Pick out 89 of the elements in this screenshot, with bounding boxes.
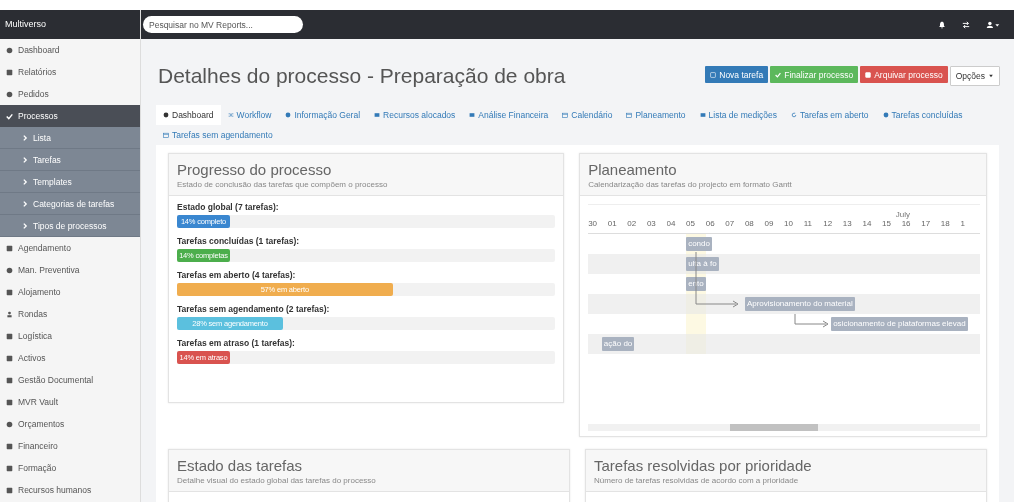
sidebar-item[interactable]: Logística [0,325,140,347]
day-label: 12 [823,219,834,230]
sidebar-item[interactable]: Recursos humanos [0,479,140,501]
card-title: Tarefas resolvidas por prioridade [594,457,813,474]
action-button[interactable]: Nova tarefa [705,66,769,83]
sidebar-item[interactable]: Gestão Documental [0,369,140,391]
day-label: 14 [862,219,873,230]
progress-label: Tarefas concluídas (1 tarefas): [177,236,301,246]
card-subtitle: Estado de conclusão das tarefas que compõem o processo [177,180,389,189]
search-field[interactable]: Pesquisar no MV Reports... [143,16,303,33]
chevron-icon [22,200,28,207]
submenu-item[interactable]: Tarefas [0,149,140,171]
sidebar-item[interactable]: Relatórios [0,61,140,83]
action-button[interactable]: Finalizar processo [770,66,859,83]
day-label: 01 [607,219,618,230]
sidebar-item[interactable]: Processos [0,105,140,127]
card-title: Estado das tarefas [177,457,304,474]
day-label: 04 [666,219,677,230]
sidebar-item[interactable]: Activos [0,347,140,369]
shuffle-icon [227,112,234,118]
tab[interactable]: Calendário [555,105,620,125]
day-label: 30 [588,219,599,230]
chevron-icon [22,178,28,185]
tab[interactable]: Lista de medições [692,105,785,125]
submenu-item[interactable]: Tipos de processos [0,215,140,237]
bell-icon[interactable] [938,20,946,29]
sidebar-item[interactable]: Man. Preventiva [0,259,140,281]
check-icon [6,112,13,120]
day-label: 16 [901,219,912,230]
chevron-icon [22,134,28,141]
day-label: 03 [646,219,657,230]
square-icon [6,332,13,340]
sidebar-item[interactable]: Financeiro [0,435,140,457]
progress-label: Tarefas em aberto (4 tarefas): [177,270,297,280]
tab[interactable]: Informação Geral [278,105,368,125]
tab[interactable]: Planeamento [619,105,693,125]
caret-icon [988,73,994,79]
sidebar-item[interactable]: Alojamento [0,281,140,303]
page-title: Detalhes do processo - Preparação de obra [158,64,566,88]
chevron-icon [22,156,28,163]
sidebar-item[interactable]: Agendamento [0,237,140,259]
dependency-arrow [794,313,831,328]
day-label: 17 [921,219,932,230]
day-label: 06 [705,219,716,230]
day-label: 11 [803,219,813,230]
day-label: 1 [960,219,966,230]
day-label: 08 [744,219,755,230]
day-label: 09 [764,219,775,230]
card-subtitle: Detalhe visual do estado global das tarefas do processo [177,476,377,485]
chevron-icon [22,222,28,229]
tab[interactable]: Tarefas em aberto [784,105,876,125]
sidebar-item[interactable]: Rondas [0,303,140,325]
submenu-item[interactable]: Templates [0,171,140,193]
day-label: 15 [882,219,892,230]
sidebar-item[interactable]: Pedidos [0,83,140,105]
person-icon [6,310,13,318]
progress-label: Tarefas em atraso (1 tarefas): [177,338,296,348]
day-label: 13 [842,219,853,230]
sidebar-item[interactable]: MVR Vault [0,391,140,413]
app-logo[interactable]: Multiverso [0,10,140,39]
horizontal-scrollbar[interactable] [588,424,980,431]
tab[interactable]: Tarefas concluídas [875,105,970,125]
day-label: 10 [784,219,794,230]
sidebar-item[interactable]: Orçamentos [0,413,140,435]
card-title: Progresso do processo [177,161,333,178]
swap-icon[interactable] [962,20,970,29]
card-subtitle: Número de tarefas resolvidas de acordo com a prioridade [594,476,800,485]
tab[interactable]: Recursos alocados [367,105,463,125]
card-title: Planeamento [588,161,678,178]
tab[interactable]: Dashboard [156,105,221,125]
sidebar-item[interactable]: Dashboard [0,39,140,61]
tab[interactable]: Tarefas sem agendamento [156,125,280,145]
tab[interactable]: Análise Financeira [462,105,556,125]
sidebar-item[interactable]: Formação [0,457,140,479]
action-button[interactable]: Arquivar processo [860,66,948,83]
month-label: July [895,210,910,219]
day-label: 05 [686,219,696,230]
submenu-item[interactable]: Categorias de tarefas [0,193,140,215]
card-subtitle: Calendarização das tarefas do projecto em formato Gantt [588,180,793,189]
progress-label: Tarefas sem agendamento (2 tarefas): [177,304,331,314]
check-icon [775,71,782,78]
day-label: 18 [940,219,951,230]
day-label: 07 [725,219,736,230]
action-button[interactable]: Opções [949,66,1000,86]
user-menu-icon[interactable] [986,20,1000,29]
day-label: 02 [627,219,638,230]
submenu-item[interactable]: Lista [0,127,140,149]
progress-label: Estado global (7 tarefas): [177,202,280,212]
tab[interactable]: Workflow [220,105,279,125]
